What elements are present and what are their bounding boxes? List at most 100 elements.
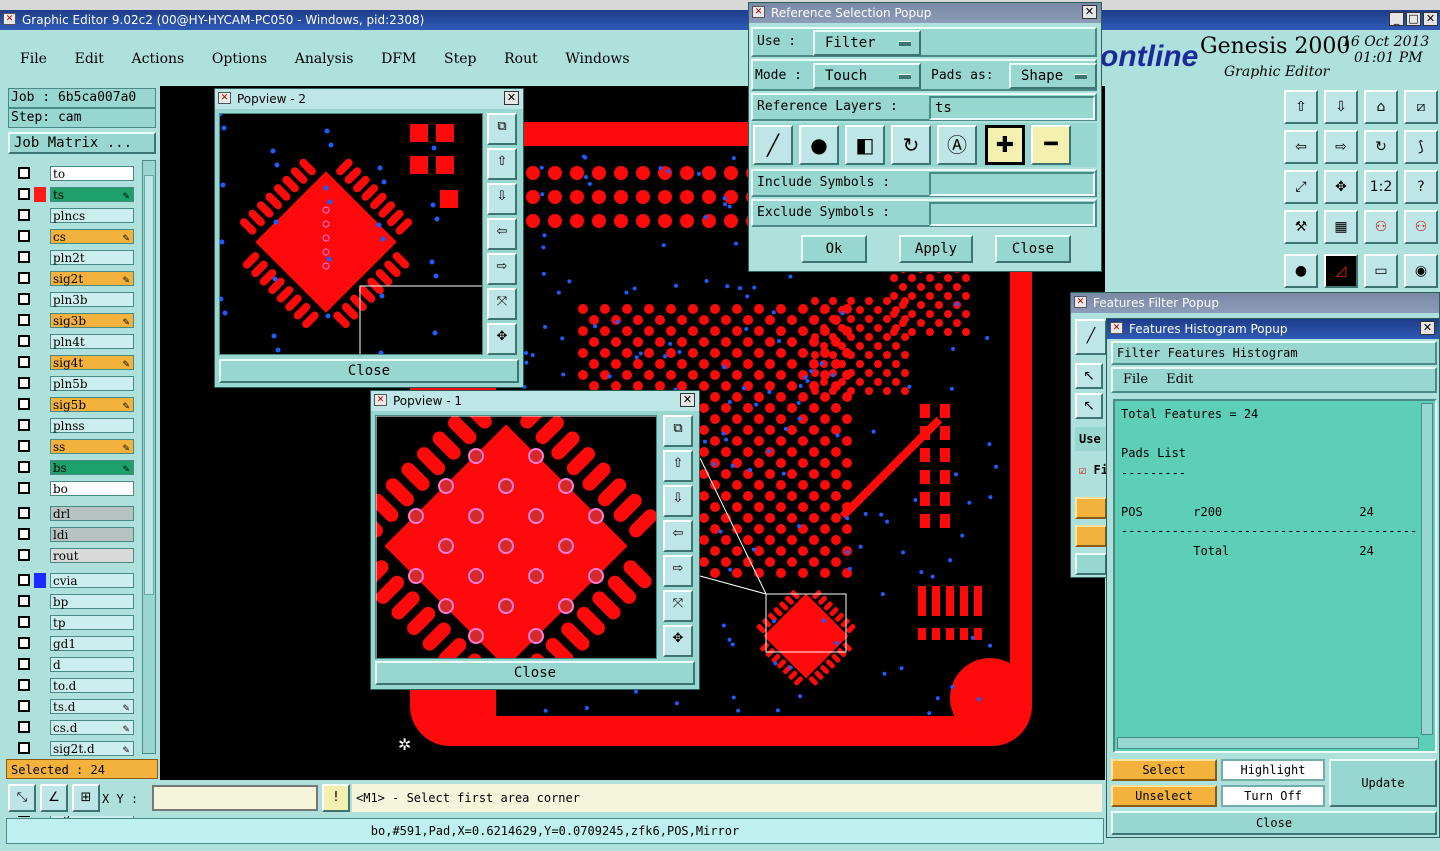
layer-checkbox[interactable] (18, 528, 30, 540)
layer-row-drl[interactable]: drl (16, 506, 134, 521)
house-icon[interactable]: ⌂ (1364, 90, 1398, 124)
reference-layers-input[interactable]: ts (929, 96, 1095, 120)
layer-name[interactable]: rout (50, 548, 134, 563)
layer-row-cvia[interactable]: cvia (16, 573, 134, 588)
layer-list-scrollbar[interactable] (142, 160, 156, 754)
window-menu-icon[interactable]: ✕ (218, 92, 231, 104)
layer-color-swatch[interactable] (34, 615, 46, 630)
layer-name[interactable]: to.d (50, 678, 134, 693)
zoom-area-icon[interactable]: ⤡ (8, 784, 36, 812)
layer-row-pln3b[interactable]: pln3b (16, 292, 134, 307)
layer-name[interactable]: to (50, 166, 134, 181)
layer-color-swatch[interactable] (34, 678, 46, 693)
help-button[interactable]: ? (1404, 170, 1438, 204)
popview-1-titlebar[interactable]: ✕ Popview - 1 ✕ (371, 391, 699, 411)
layer-checkbox[interactable] (18, 549, 30, 561)
histogram-popup-titlebar[interactable]: ✕ Features Histogram Popup ✕ (1107, 319, 1439, 339)
layer-row-sig2t[interactable]: sig2t ✎ (16, 271, 134, 286)
filter-yellow-button[interactable] (1075, 497, 1107, 519)
layer-checkbox[interactable] (18, 637, 30, 649)
include-symbols-input[interactable] (929, 172, 1095, 196)
window-icon[interactable]: ⧄ (1404, 90, 1438, 124)
layer-color-swatch[interactable] (34, 439, 46, 454)
unselect-button[interactable]: Unselect (1111, 785, 1217, 807)
layer-color-swatch[interactable] (34, 187, 46, 202)
checkbox-icon[interactable]: ☑ (1079, 463, 1086, 477)
layer-checkbox[interactable] (18, 314, 30, 326)
layer-row-pln4t[interactable]: pln4t (16, 334, 134, 349)
layer-name[interactable]: drl (50, 506, 134, 521)
histogram-menu-edit[interactable]: Edit (1166, 372, 1193, 387)
turn-off-button[interactable]: Turn Off (1221, 785, 1325, 807)
menu-windows[interactable]: Windows (565, 51, 629, 67)
layer-color-swatch[interactable] (34, 699, 46, 714)
popview-tool-icon[interactable]: ⇧ (487, 148, 517, 180)
layer-checkbox[interactable] (18, 209, 30, 221)
maximize-button[interactable]: □ (1406, 12, 1421, 26)
popview-2-close-x[interactable]: ✕ (504, 91, 519, 105)
pads-as-dropdown[interactable]: Shape (1009, 63, 1097, 89)
layer-name[interactable]: sig2t.d ✎ (50, 741, 134, 756)
reference-popup-titlebar[interactable]: ✕ Reference Selection Popup ✕ (749, 3, 1101, 23)
layer-row-cs[interactable]: cs ✎ (16, 229, 134, 244)
histogram-menu-file[interactable]: File (1123, 372, 1148, 387)
layer-checkbox[interactable] (18, 356, 30, 368)
layer-checkbox[interactable] (18, 440, 30, 452)
pan-left-icon[interactable]: ⇦ (1284, 130, 1318, 164)
layer-row-sig3b[interactable]: sig3b ✎ (16, 313, 134, 328)
filter-popup-titlebar[interactable]: ✕ Features Filter Popup (1071, 293, 1439, 313)
filter-button[interactable] (1075, 553, 1107, 575)
layer-row-gd1[interactable]: gd1 (16, 636, 134, 651)
layer-name[interactable]: pln5b (50, 376, 134, 391)
layer-checkbox[interactable] (18, 742, 30, 754)
ruler-diagonal-icon[interactable]: ◿ (1324, 254, 1358, 288)
menu-analysis[interactable]: Analysis (295, 51, 354, 67)
histogram-vscrollbar[interactable] (1421, 403, 1433, 735)
menu-edit[interactable]: Edit (75, 51, 104, 67)
layer-row-ss[interactable]: ss ✎ (16, 439, 134, 454)
layer-checkbox[interactable] (18, 616, 30, 628)
snap-grid-icon[interactable]: ⊞ (72, 784, 100, 812)
apply-button[interactable]: Apply (899, 235, 973, 263)
layer-checkbox[interactable] (18, 251, 30, 263)
layer-checkbox[interactable] (18, 167, 30, 179)
layer-color-swatch[interactable] (34, 292, 46, 307)
layer-row-ts-d[interactable]: ts.d ✎ (16, 699, 134, 714)
layer-name[interactable]: ts.d ✎ (50, 699, 134, 714)
window-menu-icon[interactable]: ✕ (752, 6, 765, 18)
layer-checkbox[interactable] (18, 482, 30, 494)
layer-color-swatch[interactable] (34, 229, 46, 244)
zoom-home-icon[interactable]: ⇧ (1284, 90, 1318, 124)
layer-row-sig2t-d[interactable]: sig2t.d ✎ (16, 741, 134, 756)
layer-name[interactable]: bp (50, 594, 134, 609)
popview-tool-icon[interactable]: ⇦ (663, 520, 693, 552)
layer-color-swatch[interactable] (34, 355, 46, 370)
layer-checkbox[interactable] (18, 574, 30, 586)
popview-1-close-x[interactable]: ✕ (680, 393, 695, 407)
layer-name[interactable]: cs ✎ (50, 229, 134, 244)
layer-name[interactable]: pln4t (50, 334, 134, 349)
popview-2-titlebar[interactable]: ✕ Popview - 2 ✕ (215, 89, 523, 109)
popview-tool-icon[interactable]: ⇧ (663, 450, 693, 482)
popview-tool-icon[interactable]: ✥ (663, 625, 693, 657)
alert-icon[interactable]: ! (322, 784, 350, 812)
layer-color-swatch[interactable] (34, 636, 46, 651)
arc-type-icon[interactable]: ↻ (891, 125, 931, 165)
layer-checkbox[interactable] (18, 272, 30, 284)
popview-tool-icon[interactable]: ⇩ (663, 485, 693, 517)
reference-popup-close-x[interactable]: ✕ (1082, 5, 1097, 19)
menu-actions[interactable]: Actions (132, 51, 185, 67)
layer-name[interactable]: sig4t ✎ (50, 355, 134, 370)
layer-color-swatch[interactable] (34, 271, 46, 286)
popview-tool-icon[interactable]: ⇨ (487, 253, 517, 285)
menu-dfm[interactable]: DFM (381, 51, 416, 67)
layer-checkbox[interactable] (18, 293, 30, 305)
layer-row-pln2t[interactable]: pln2t (16, 250, 134, 265)
layer-color-swatch[interactable] (34, 313, 46, 328)
layer-checkbox[interactable] (18, 398, 30, 410)
popview-tool-icon[interactable]: ⇦ (487, 218, 517, 250)
surface-type-icon[interactable]: ◧ (845, 125, 885, 165)
mode-dropdown[interactable]: Touch (813, 63, 921, 89)
filter-arrow-icon[interactable]: ↖ (1075, 363, 1103, 389)
histogram-hscrollbar[interactable] (1117, 737, 1419, 749)
